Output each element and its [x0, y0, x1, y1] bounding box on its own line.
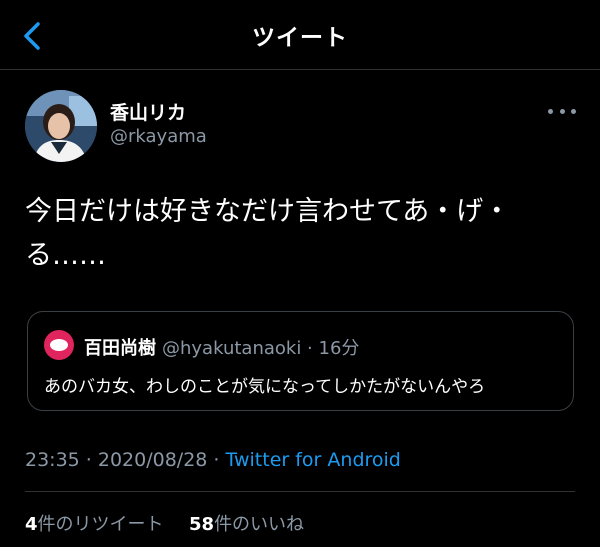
tweet-text: 今日だけは好きなだけ言わせてあ・げ・る……: [25, 196, 511, 271]
avatar[interactable]: [25, 90, 97, 162]
more-options-button[interactable]: [548, 104, 576, 118]
quoted-text: あのバカ女、わしのことが気になってしかたがないんやろ: [44, 377, 486, 397]
quoted-author-meta: @hyakutanaoki · 16分: [162, 338, 360, 359]
more-horizontal-icon: [559, 108, 565, 114]
tweet-stats: 4件のリツイート 58件のいいね: [25, 510, 304, 536]
quoted-tweet[interactable]: 百田尚樹 @hyakutanaoki · 16分 あのバカ女、わしのことが気になっ…: [27, 311, 574, 411]
page-title: ツイート: [252, 25, 348, 51]
timestamp-text: 23:35 · 2020/08/28 ·: [25, 449, 226, 471]
source-link[interactable]: Twitter for Android: [226, 449, 401, 471]
top-bar: ツイート: [0, 0, 600, 70]
likes-count: 58: [189, 514, 215, 535]
avatar-image: [25, 90, 97, 162]
likes-label: 件のいいね: [214, 514, 305, 535]
more-horizontal-icon: [571, 108, 576, 114]
retweets-label: 件のリツイート: [37, 514, 164, 535]
quoted-avatar: [44, 330, 74, 360]
likes-stat[interactable]: 58件のいいね: [189, 514, 304, 535]
divider: [25, 491, 575, 492]
tweet-timestamp: 23:35 · 2020/08/28 · Twitter for Android: [25, 449, 401, 471]
more-horizontal-icon: [548, 108, 553, 114]
author-handle[interactable]: @rkayama: [110, 126, 207, 147]
author-name[interactable]: 香山リカ: [110, 98, 186, 125]
retweets-count: 4: [25, 514, 38, 535]
quoted-header: 百田尚樹 @hyakutanaoki · 16分: [84, 334, 359, 360]
retweets-stat[interactable]: 4件のリツイート: [25, 514, 164, 535]
quoted-author-name: 百田尚樹: [84, 338, 156, 359]
